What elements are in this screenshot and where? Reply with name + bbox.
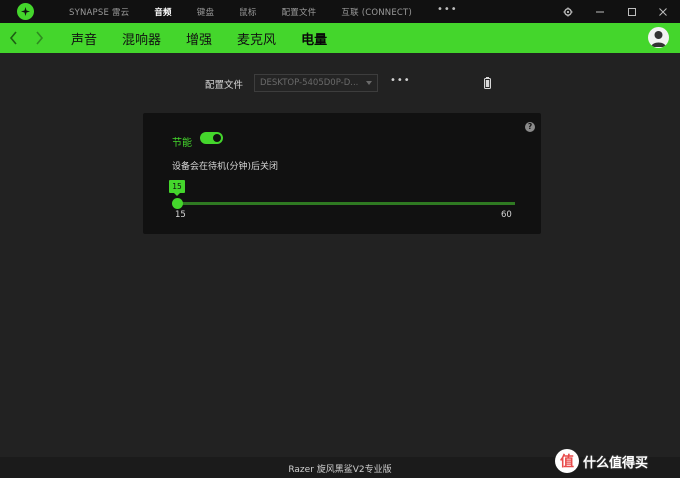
profile-more-button[interactable]: •••	[390, 75, 411, 86]
tab-mixer[interactable]: 混响器	[122, 29, 161, 48]
profile-dropdown-value: DESKTOP-5405D0P-D...	[260, 78, 359, 88]
settings-gear-icon[interactable]	[558, 0, 578, 23]
profile-label: 配置文件	[205, 80, 244, 91]
razer-logo-icon[interactable]	[17, 3, 34, 20]
sub-nav-tabs: 声音 混响器 增强 麦克风 电量	[71, 23, 352, 53]
back-arrow-icon[interactable]	[8, 30, 20, 46]
help-icon[interactable]: ?	[525, 122, 535, 132]
profile-row: 配置文件 DESKTOP-5405D0P-D... •••	[0, 73, 680, 95]
sub-nav-bar: 声音 混响器 增强 麦克风 电量	[0, 23, 680, 53]
nav-more-button[interactable]: •••	[437, 4, 458, 15]
top-nav: SYNAPSE 雷云 音频 键盘 鼠标 配置文件 互联 (CONNECT) ••…	[69, 0, 458, 23]
slider-min-label: 15	[175, 210, 186, 220]
toggle-knob	[213, 134, 221, 142]
power-saving-label: 节能	[172, 138, 192, 149]
nav-keyboard[interactable]: 键盘	[197, 6, 214, 18]
watermark-text: 什么值得买	[583, 455, 649, 471]
watermark: 值 什么值得买	[555, 448, 648, 474]
title-bar: SYNAPSE 雷云 音频 键盘 鼠标 配置文件 互联 (CONNECT) ••…	[0, 0, 680, 23]
idle-timeout-slider-thumb[interactable]	[171, 198, 183, 209]
nav-mouse[interactable]: 鼠标	[239, 6, 256, 18]
nav-audio[interactable]: 音频	[154, 6, 171, 18]
slider-max-label: 60	[501, 210, 512, 220]
nav-synapse[interactable]: SYNAPSE 雷云	[69, 6, 129, 18]
profile-dropdown[interactable]: DESKTOP-5405D0P-D...	[254, 74, 378, 92]
slider-value-tooltip: 15	[169, 180, 185, 196]
user-avatar-icon[interactable]	[648, 27, 669, 48]
nav-profiles[interactable]: 配置文件	[282, 6, 317, 18]
watermark-logo-icon: 值	[555, 449, 579, 473]
close-icon[interactable]	[653, 0, 673, 23]
power-saving-panel: ? 节能 设备会在待机(分钟)后关闭 15 15 60	[143, 113, 541, 234]
idle-timeout-slider-track[interactable]	[177, 202, 515, 205]
idle-timeout-label: 设备会在待机(分钟)后关闭	[172, 162, 279, 172]
tab-sound[interactable]: 声音	[71, 29, 97, 48]
power-saving-toggle[interactable]	[200, 132, 223, 144]
forward-arrow-icon[interactable]	[33, 30, 45, 46]
maximize-icon[interactable]	[622, 0, 642, 23]
nav-connect[interactable]: 互联 (CONNECT)	[341, 6, 412, 18]
tab-microphone[interactable]: 麦克风	[237, 29, 276, 48]
chevron-down-icon	[366, 81, 372, 85]
battery-icon	[484, 77, 491, 89]
minimize-icon[interactable]	[590, 0, 610, 23]
tab-enhancement[interactable]: 增强	[186, 29, 212, 48]
tab-power[interactable]: 电量	[301, 29, 327, 48]
